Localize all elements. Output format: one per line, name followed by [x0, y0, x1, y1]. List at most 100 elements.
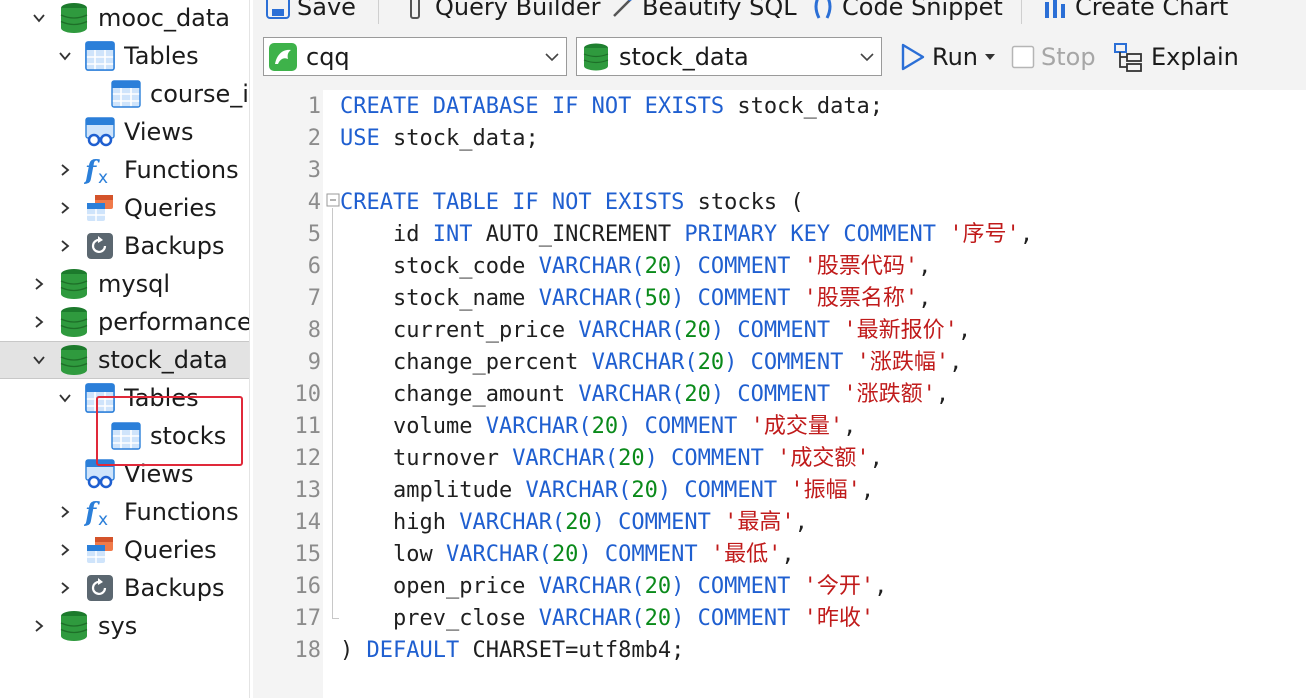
- tree-item-sys[interactable]: sys: [0, 607, 249, 645]
- sql-keyword: VARCHAR(: [538, 254, 645, 279]
- tree-item-course-i[interactable]: course_i: [0, 75, 249, 113]
- tree-item-backups[interactable]: Backups: [0, 569, 249, 607]
- line-number: 17: [294, 606, 322, 631]
- code-line: change_percent VARCHAR(20) COMMENT '涨跌幅'…: [340, 347, 962, 379]
- stop-icon: [1011, 45, 1035, 69]
- chevron-right-icon[interactable]: [55, 502, 75, 522]
- sql-number: 20: [644, 254, 672, 279]
- database-icon: [58, 268, 90, 300]
- tree-item-tables[interactable]: Tables: [0, 379, 249, 417]
- chevron-right-icon[interactable]: [55, 578, 75, 598]
- tree-item-label: Backups: [124, 232, 225, 260]
- fold-guide-end: [332, 618, 339, 619]
- connection-select[interactable]: cqq: [263, 37, 567, 76]
- line-number: 16: [294, 574, 322, 599]
- line-number: 18: [294, 638, 322, 663]
- tree-item-stocks[interactable]: stocks: [0, 417, 249, 455]
- sql-text: ,: [957, 318, 972, 343]
- save-label: Save: [297, 0, 356, 21]
- sql-string: '股票名称': [803, 286, 919, 311]
- code-line: ) DEFAULT CHARSET=utf8mb4;: [340, 635, 684, 667]
- line-number: 8: [307, 318, 321, 343]
- sql-keyword: VARCHAR(: [591, 350, 698, 375]
- tree-item-functions[interactable]: f x Functions: [0, 151, 249, 189]
- sql-string: '振幅': [790, 478, 861, 503]
- chevron-down-icon[interactable]: [55, 388, 75, 408]
- tables-icon: [84, 382, 116, 414]
- sql-keyword: ) COMMENT: [710, 382, 831, 407]
- sql-keyword: ) COMMENT: [578, 542, 698, 567]
- sql-text: low: [340, 542, 446, 567]
- sql-text: ,: [874, 574, 888, 599]
- tree-item-performance[interactable]: performance_: [0, 303, 249, 341]
- code-line: CREATE DATABASE IF NOT EXISTS stock_data…: [340, 91, 883, 123]
- tree-item-queries[interactable]: Queries: [0, 189, 249, 227]
- stop-button[interactable]: Stop: [1011, 37, 1096, 77]
- chevron-right-icon[interactable]: [29, 274, 49, 294]
- code-line: USE stock_data;: [340, 123, 539, 155]
- fold-guide-line: [332, 208, 333, 618]
- beautify-sql-button[interactable]: Beautify SQL: [610, 0, 797, 22]
- sql-string: '涨跌幅': [856, 350, 950, 375]
- chevron-right-icon[interactable]: [55, 540, 75, 560]
- sql-keyword: VARCHAR(: [512, 446, 619, 471]
- chevron-right-icon[interactable]: [55, 160, 75, 180]
- save-icon: [266, 0, 290, 19]
- chevron-down-icon[interactable]: [29, 350, 49, 370]
- sql-keyword: VARCHAR(: [538, 574, 645, 599]
- tree-item-queries[interactable]: Queries: [0, 531, 249, 569]
- tree-item-stock-data[interactable]: stock_data: [0, 341, 249, 379]
- views-icon: [84, 116, 116, 148]
- sql-keyword: VARCHAR(: [538, 606, 645, 631]
- tree-item-mysql[interactable]: mysql: [0, 265, 249, 303]
- tree-item-label: course_i: [150, 80, 249, 108]
- line-number: 2: [307, 126, 321, 151]
- tree-item-views[interactable]: Views: [0, 455, 249, 493]
- navigator-tree: mooc_data Tables course_i Views f x Functions Q…: [0, 0, 250, 698]
- sql-number: 20: [565, 510, 592, 535]
- code-line: prev_close VARCHAR(20) COMMENT '昨收': [340, 603, 874, 635]
- sql-number: 50: [644, 286, 672, 311]
- sql-text: change_amount: [340, 382, 579, 407]
- svg-text:x: x: [98, 510, 108, 528]
- chevron-down-icon[interactable]: [29, 8, 49, 28]
- run-button[interactable]: Run: [900, 37, 1002, 77]
- mysql-dolphin-icon: [268, 42, 298, 72]
- tree-item-tables[interactable]: Tables: [0, 37, 249, 75]
- tree-item-backups[interactable]: Backups: [0, 227, 249, 265]
- explain-button[interactable]: Explain: [1113, 37, 1239, 77]
- database-select[interactable]: stock_data: [576, 37, 882, 76]
- sql-text: stock_data;: [724, 94, 884, 119]
- sql-keyword: ) COMMENT: [644, 446, 764, 471]
- tree-item-label: Backups: [124, 574, 225, 602]
- sql-number: 20: [684, 382, 711, 407]
- tree-item-mooc-data[interactable]: mooc_data: [0, 0, 249, 37]
- sql-text: ): [340, 638, 367, 663]
- fold-marker-icon[interactable]: [326, 193, 340, 207]
- create-chart-button[interactable]: Create Chart: [1043, 0, 1228, 22]
- sql-text: stock_code: [340, 254, 539, 279]
- sql-string: '最高': [724, 510, 795, 535]
- query-builder-button[interactable]: Query Builder: [403, 0, 600, 22]
- tree-item-views[interactable]: Views: [0, 113, 249, 151]
- sql-text: ,: [843, 414, 857, 439]
- chevron-down-icon[interactable]: [55, 46, 75, 66]
- chevron-right-icon[interactable]: [55, 236, 75, 256]
- tree-item-functions[interactable]: f x Functions: [0, 493, 249, 531]
- chevron-right-icon[interactable]: [29, 616, 49, 636]
- sql-editor[interactable]: 1 2 3 4 5 6 7 8 9 10 11 12 13 14 15 16 17 18 CREATE DATAB…: [253, 90, 1306, 698]
- code-line: low VARCHAR(20) COMMENT '最低',: [340, 539, 795, 571]
- code-line: turnover VARCHAR(20) COMMENT '成交额',: [340, 443, 883, 475]
- sql-text: ,: [781, 542, 795, 567]
- create-chart-label: Create Chart: [1075, 0, 1229, 21]
- code-snippet-button[interactable]: Code Snippet: [810, 0, 1003, 22]
- sql-text: ,: [1019, 222, 1034, 247]
- line-number-gutter: 1 2 3 4 5 6 7 8 9 10 11 12 13 14 15 16 17 18: [253, 90, 323, 698]
- table-icon: [110, 420, 142, 452]
- chevron-right-icon[interactable]: [29, 312, 49, 332]
- save-button[interactable]: Save: [265, 0, 356, 22]
- play-icon: [901, 43, 925, 71]
- chevron-right-icon[interactable]: [55, 198, 75, 218]
- sql-keyword: VARCHAR(: [578, 382, 685, 407]
